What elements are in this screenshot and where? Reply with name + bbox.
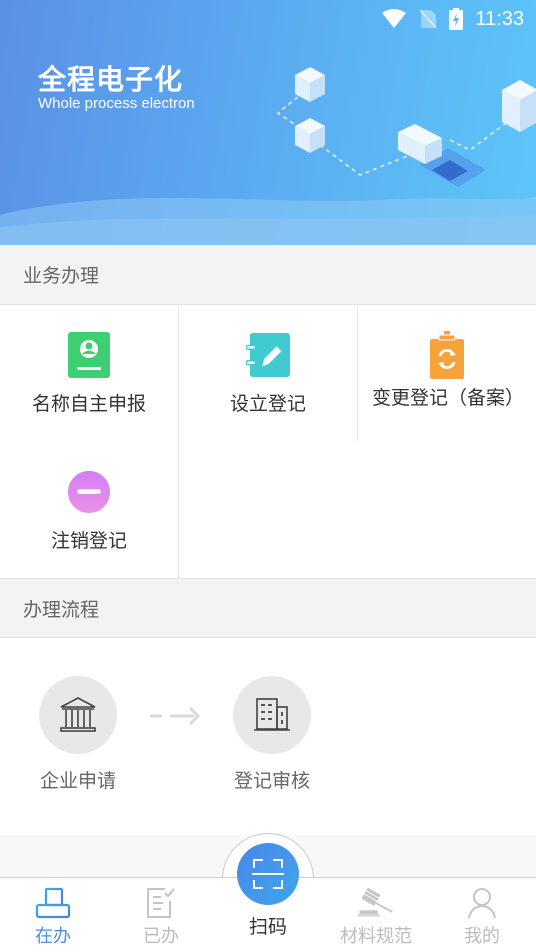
- scan-icon: [252, 859, 284, 889]
- process-step-label: 企业申请: [39, 770, 116, 792]
- bank-icon: [39, 676, 117, 754]
- business-item-change-registration[interactable]: 变更登记（备案）: [358, 305, 536, 409]
- business-item-name-declaration[interactable]: 名称自主申报: [0, 305, 178, 415]
- business-item-cancellation[interactable]: 注销登记: [0, 442, 178, 552]
- process-section-title: 办理流程: [23, 598, 100, 621]
- clipboard-refresh-icon: [425, 331, 469, 379]
- wifi-icon: [382, 9, 407, 28]
- checked-doc-icon: [141, 886, 181, 920]
- banner-title: 全程电子化: [38, 63, 184, 96]
- business-item-label: 注销登记: [50, 530, 127, 552]
- no-sim-icon: [419, 9, 437, 29]
- process-step-label: 登记审核: [233, 770, 310, 792]
- building-icon: [233, 676, 311, 754]
- process-section-header: 办理流程: [0, 578, 536, 638]
- business-item-label: 变更登记（备案）: [372, 387, 525, 409]
- status-bar: 11:33: [381, 0, 536, 38]
- inbox-tray-icon: [33, 886, 73, 920]
- tab-label: 在办: [35, 926, 71, 947]
- battery-charging-icon: [449, 8, 464, 30]
- status-time: 11:33: [475, 7, 524, 30]
- business-grid: 名称自主申报 设立登记 变更登记（备案） 注销登记: [0, 305, 536, 578]
- business-item-label: 设立登记: [229, 393, 306, 415]
- tab-in-progress[interactable]: 在办: [3, 878, 103, 952]
- person-icon: [462, 886, 502, 920]
- banner-subtitle: Whole process electron: [38, 95, 195, 112]
- minus-circle-icon: [67, 468, 111, 516]
- process-step-review: 登记审核: [222, 676, 322, 793]
- notebook-edit-icon: [246, 331, 290, 379]
- arrow-right-icon: [150, 706, 201, 726]
- tab-label: 我的: [464, 926, 500, 947]
- banner: 11:33 全程电子化 Whole process electron: [0, 0, 536, 245]
- tab-mine[interactable]: 我的: [432, 878, 532, 952]
- gavel-icon: [356, 886, 396, 920]
- tab-material-standards[interactable]: 材料规范: [326, 878, 426, 952]
- banner-wave: [0, 197, 536, 245]
- business-section-header: 业务办理: [0, 245, 536, 305]
- process-flow: 企业申请 登记审核: [0, 640, 536, 835]
- business-item-establishment[interactable]: 设立登记: [179, 305, 357, 415]
- tab-label: 材料规范: [340, 926, 412, 947]
- scan-button[interactable]: [237, 843, 299, 905]
- process-step-application: 企业申请: [28, 676, 128, 793]
- name-card-icon: [67, 331, 111, 379]
- tab-label: 已办: [143, 926, 179, 947]
- business-item-label: 名称自主申报: [31, 393, 146, 415]
- business-section-title: 业务办理: [23, 265, 100, 287]
- tab-completed[interactable]: 已办: [111, 878, 211, 952]
- scan-label[interactable]: 扫码: [218, 912, 318, 939]
